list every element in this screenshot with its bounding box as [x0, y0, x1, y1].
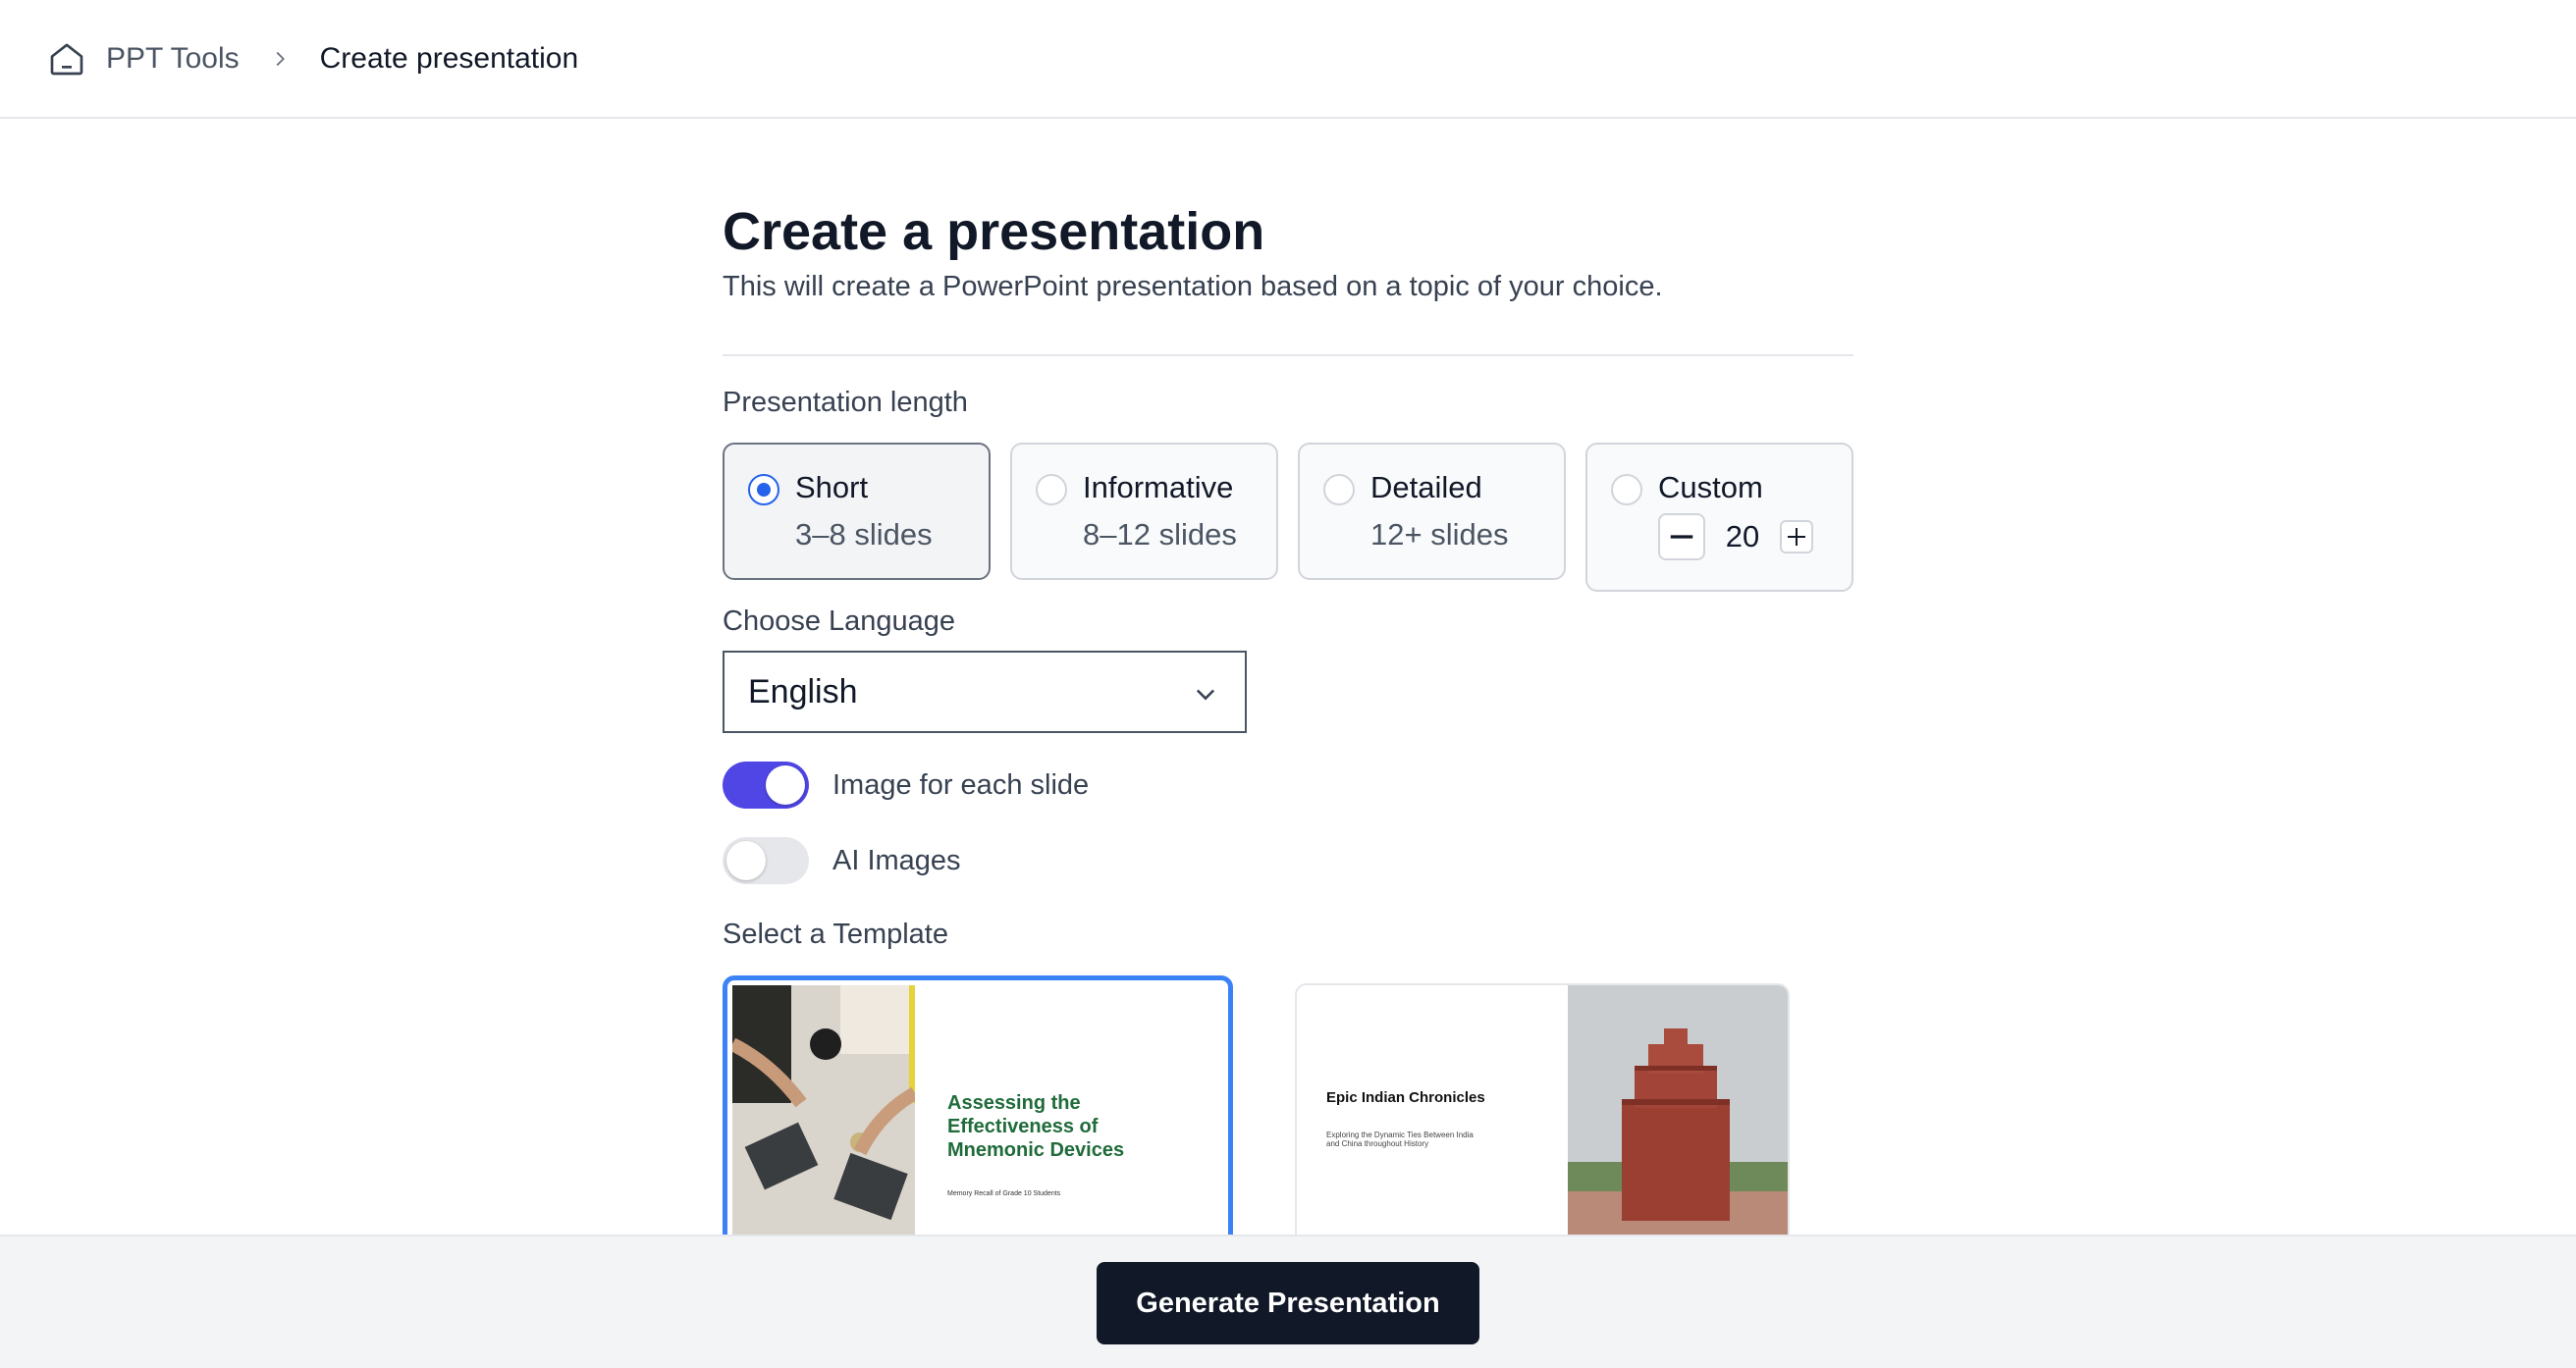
page-subtitle: This will create a PowerPoint presentati… [723, 271, 1663, 302]
image-each-slide-toggle[interactable] [723, 762, 809, 809]
template-title: Assessing the Effectiveness of Mnemonic … [947, 1092, 1125, 1161]
decrement-button[interactable] [1658, 513, 1705, 560]
chevron-right-icon [276, 51, 285, 66]
length-option-title: Detailed [1370, 470, 1482, 504]
length-option-short[interactable]: Short 3–8 slides [723, 443, 991, 580]
top-bar: PPT Tools Create presentation [0, 0, 2576, 119]
length-option-detailed[interactable]: Detailed 12+ slides [1298, 443, 1566, 580]
radio-informative[interactable] [1036, 474, 1067, 505]
footer-bar: Generate Presentation [0, 1235, 2576, 1368]
plus-icon [1788, 528, 1805, 546]
length-option-sub: 12+ slides [1370, 517, 1509, 552]
toggle-knob [726, 841, 766, 880]
language-selected-value: English [748, 672, 858, 710]
minus-icon [1670, 535, 1693, 539]
presentation-length-label: Presentation length [723, 387, 968, 418]
breadcrumb-root-link[interactable]: PPT Tools [106, 42, 240, 76]
length-option-sub: 3–8 slides [795, 517, 933, 552]
template-title: Epic Indian Chronicles [1326, 1089, 1485, 1106]
breadcrumb-current: Create presentation [319, 41, 579, 75]
page-title: Create a presentation [723, 202, 1265, 261]
image-each-slide-label: Image for each slide [832, 768, 1090, 801]
length-option-informative[interactable]: Informative 8–12 slides [1010, 443, 1278, 580]
radio-custom[interactable] [1611, 474, 1642, 505]
home-icon[interactable] [47, 39, 86, 79]
template-subtitle: Memory Recall of Grade 10 Students [947, 1190, 1061, 1197]
length-option-custom[interactable]: Custom 20 [1585, 443, 1853, 592]
custom-slide-count: 20 [1725, 519, 1760, 553]
template-subtitle: Exploring the Dynamic Ties Between India… [1326, 1131, 1474, 1148]
language-select[interactable]: English [723, 651, 1247, 733]
ai-images-row: AI Images [723, 837, 961, 884]
radio-detailed[interactable] [1323, 474, 1355, 505]
presentation-length-options: Short 3–8 slides Informative 8–12 slides… [723, 443, 1853, 592]
select-template-label: Select a Template [723, 919, 948, 950]
divider [723, 354, 1853, 356]
increment-button[interactable] [1780, 520, 1813, 553]
ai-images-toggle[interactable] [723, 837, 809, 884]
generate-presentation-button[interactable]: Generate Presentation [1097, 1262, 1479, 1344]
chevron-down-icon [1196, 689, 1215, 701]
length-option-title: Short [795, 470, 869, 504]
length-option-title: Informative [1083, 470, 1234, 504]
length-option-title: Custom [1658, 470, 1763, 504]
custom-slide-stepper: 20 [1658, 513, 1813, 560]
radio-short[interactable] [748, 474, 779, 505]
toggle-knob [766, 765, 805, 805]
ai-images-label: AI Images [832, 844, 961, 876]
image-each-slide-row: Image for each slide [723, 762, 1089, 809]
choose-language-label: Choose Language [723, 605, 956, 637]
length-option-sub: 8–12 slides [1083, 517, 1237, 552]
